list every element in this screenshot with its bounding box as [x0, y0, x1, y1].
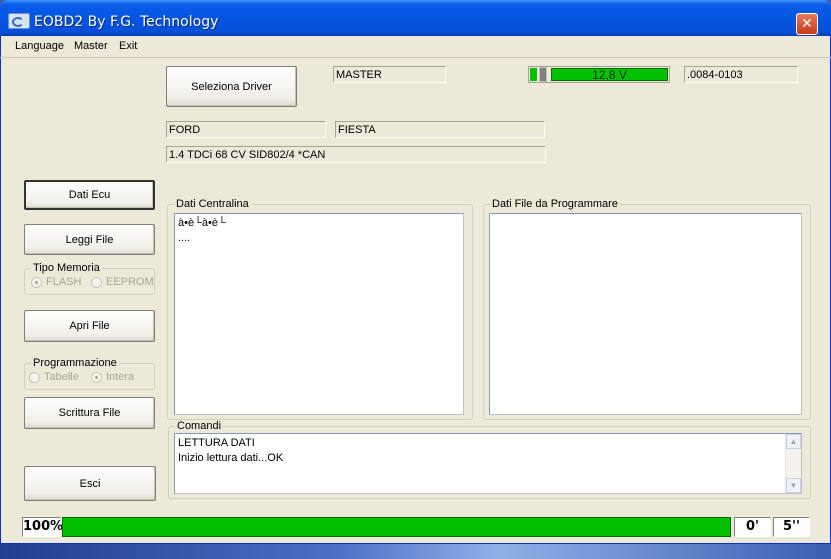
menu-master[interactable]: Master [74, 40, 108, 52]
tipo-memoria-group: Tipo Memoria FLASH EEPROM [24, 262, 155, 295]
dati-centralina-text[interactable]: à•è└à•è└ .... [174, 213, 464, 415]
window-title: EOBD2 By F.G. Technology [34, 14, 219, 30]
voltage-meter: 12,8 V [528, 66, 670, 83]
menu-exit[interactable]: Exit [119, 40, 137, 52]
menu-language[interactable]: Language [15, 40, 64, 52]
radio-tabelle-label: Tabelle [44, 371, 79, 383]
radio-flash-circle[interactable] [31, 276, 42, 288]
dati-centralina-line: .... [178, 232, 191, 244]
time-elapsed: 0' [734, 517, 771, 537]
engine-field: 1.4 TDCi 68 CV SID802/4 *CAN [166, 146, 546, 163]
radio-eeprom[interactable]: EEPROM [91, 276, 154, 288]
comandi-line: LETTURA DATI [178, 437, 255, 449]
desktop-background [0, 544, 831, 559]
app-window: EOBD2 By F.G. Technology ✕ Language Mast… [0, 0, 831, 544]
menu-bar: Language Master Exit [0, 37, 831, 58]
scroll-up-icon[interactable]: ▲ [786, 434, 801, 449]
radio-eeprom-label: EEPROM [106, 276, 154, 288]
comandi-label: Comandi [175, 420, 224, 433]
select-driver-button[interactable]: Seleziona Driver [166, 66, 297, 107]
dati-centralina-group: Dati Centralina à•è└à•è└ .... [167, 198, 473, 420]
scroll-down-icon[interactable]: ▼ [786, 478, 801, 493]
time-remaining: 5'' [773, 517, 810, 537]
radio-intera-label: Intera [106, 371, 135, 383]
dati-file-label: Dati File da Programmare [490, 198, 620, 211]
dati-centralina-label: Dati Centralina [174, 198, 251, 211]
radio-flash[interactable]: FLASH [31, 276, 81, 288]
radio-flash-label: FLASH [46, 276, 82, 288]
leggi-file-button[interactable]: Leggi File [24, 224, 155, 255]
version-field: .0084-0103 [684, 66, 798, 83]
tipo-memoria-label: Tipo Memoria [31, 262, 102, 275]
comandi-line: Inizio lettura dati...OK [178, 452, 284, 464]
radio-intera[interactable]: Intera [91, 371, 134, 383]
esci-button[interactable]: Esci [24, 466, 156, 501]
scrittura-file-button[interactable]: Scrittura File [24, 397, 155, 429]
voltage-slider [539, 67, 547, 82]
voltage-value: 12,8 V [592, 68, 627, 82]
dati-file-group: Dati File da Programmare [483, 198, 811, 420]
radio-eeprom-circle[interactable] [91, 276, 102, 288]
progress-bar [62, 517, 731, 537]
app-icon [8, 13, 30, 29]
voltage-indicator-left [530, 68, 537, 81]
programmazione-group: Programmazione Tabelle Intera [24, 357, 155, 390]
dati-ecu-button[interactable]: Dati Ecu [24, 180, 155, 210]
radio-tabelle[interactable]: Tabelle [29, 371, 79, 383]
model-field: FIESTA [335, 121, 545, 138]
brand-field: FORD [166, 121, 326, 138]
dati-file-text[interactable] [489, 213, 802, 415]
radio-tabelle-circle[interactable] [29, 371, 40, 383]
apri-file-button[interactable]: Apri File [24, 310, 155, 342]
radio-intera-circle[interactable] [91, 371, 102, 383]
comandi-group: Comandi LETTURA DATI Inizio lettura dati… [168, 420, 811, 499]
title-bar[interactable]: EOBD2 By F.G. Technology ✕ [0, 0, 831, 36]
comandi-text[interactable]: LETTURA DATI Inizio lettura dati...OK ▲ … [174, 433, 802, 494]
progress-percent: 100% [22, 517, 63, 537]
dati-centralina-line: à•è└à•è└ [178, 217, 226, 229]
comandi-scrollbar[interactable]: ▲ ▼ [785, 434, 801, 493]
close-button[interactable]: ✕ [796, 13, 818, 35]
master-field: MASTER [333, 66, 446, 83]
programmazione-label: Programmazione [31, 357, 119, 370]
